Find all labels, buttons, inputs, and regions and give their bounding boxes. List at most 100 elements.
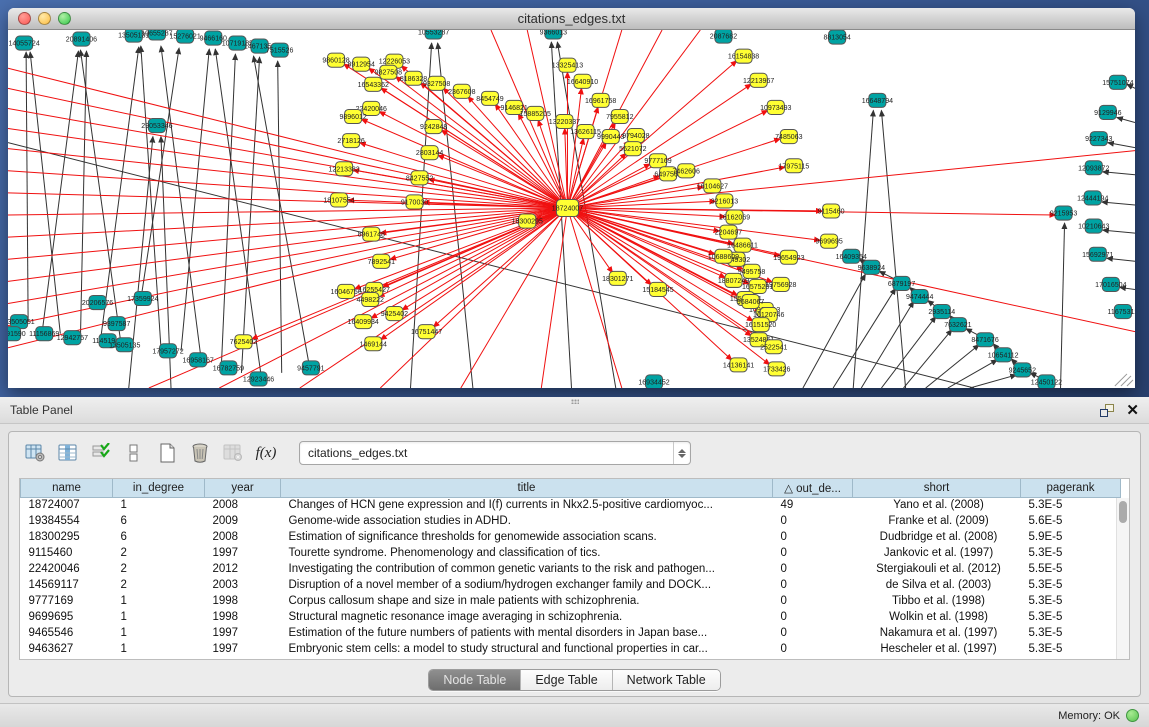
graph-node[interactable]: 14055724 [8,36,39,50]
tab-network-table[interactable]: Network Table [613,670,720,690]
graph-node[interactable]: 12093872 [1078,161,1109,175]
graph-node[interactable]: 2803144 [416,146,443,160]
graph-node[interactable]: 12444194 [1077,191,1108,205]
table-row[interactable]: 1872400712008Changes of HCN gene express… [21,497,1121,513]
graph-node[interactable]: 9990443 [597,130,624,144]
table-row[interactable]: 969969511998Structural magnetic resonanc… [21,609,1121,625]
graph-node[interactable]: 9215953 [1050,206,1077,220]
graph-node[interactable]: 12213967 [743,73,774,87]
window-titlebar[interactable]: citations_edges.txt [8,8,1135,30]
graph-node[interactable]: 9457791 [297,361,324,375]
graph-node[interactable]: 15184545 [642,282,673,296]
graph-node[interactable]: 19654923 [773,250,804,264]
column-header[interactable]: pagerank [1021,479,1121,497]
function-builder-icon[interactable]: f(x) [254,441,278,465]
graph-node[interactable]: 16640910 [567,74,598,88]
graph-node[interactable]: 8813054 [823,30,850,44]
graph-node[interactable]: 7485063 [775,130,802,144]
graph-node[interactable]: 16751447 [411,325,442,339]
graph-node[interactable]: 18107554 [323,193,354,207]
table-row[interactable]: 1830029562008Estimation of significance … [21,529,1121,545]
tab-edge-table[interactable]: Edge Table [521,670,612,690]
graph-node[interactable]: 20891406 [66,32,97,46]
graph-node[interactable]: 8961748 [358,227,385,241]
tab-node-table[interactable]: Node Table [429,670,521,690]
column-header[interactable]: △ out_de... [773,479,853,497]
graph-node[interactable]: 11156869 [29,327,59,341]
column-header[interactable]: title [281,479,773,497]
graph-node[interactable]: 15276021 [169,30,200,43]
graph-node[interactable]: 16154838 [728,49,759,63]
memory-status-indicator[interactable] [1126,709,1139,722]
graph-node[interactable]: 16934452 [638,375,669,388]
graph-node[interactable]: 20206576 [82,295,113,309]
graph-node[interactable]: 8454749 [476,91,503,105]
rows-icon[interactable] [122,441,146,465]
select-all-icon[interactable] [89,441,113,465]
column-header[interactable]: year [205,479,281,497]
column-header[interactable]: short [853,479,1021,497]
resize-grip-icon[interactable] [1115,374,1133,386]
graph-node[interactable]: 14136141 [723,358,754,372]
table-row[interactable]: 946554611997Estimation of the future num… [21,625,1121,641]
graph-node[interactable]: 16958167 [183,353,214,367]
graph-node[interactable]: 2087682 [710,30,737,43]
graph-node[interactable]: 16961758 [585,93,616,107]
graph-node[interactable]: 17975115 [778,159,809,173]
graph-node[interactable]: 7892541 [368,254,395,268]
graph-node[interactable]: 3216013 [711,194,738,208]
panel-splitter-grip[interactable] [571,399,579,404]
table-row[interactable]: 946362711997Embryonic stem cells: a mode… [21,641,1121,657]
graph-node[interactable]: 8471676 [971,333,998,347]
graph-node[interactable]: 17957272 [152,344,183,358]
graph-node[interactable]: 10210643 [1078,219,1109,233]
zoom-window-button[interactable] [58,12,71,25]
delete-table-icon[interactable] [188,441,212,465]
graph-node[interactable]: 9245652 [1009,363,1036,377]
close-window-button[interactable] [18,12,31,25]
graph-node[interactable]: 12213383 [328,162,359,176]
graph-node[interactable]: 17359924 [127,291,158,305]
minimize-window-button[interactable] [38,12,51,25]
graph-node[interactable]: 9115460 [818,204,845,218]
graph-node[interactable]: 9699695 [815,234,842,248]
table-row[interactable]: 911546021997Tourette syndrome. Phenomeno… [21,545,1121,561]
graph-node[interactable]: 16782759 [213,361,244,375]
graph-node[interactable]: 13325413 [552,58,583,72]
graph-node[interactable]: 9777169 [644,154,671,168]
column-header[interactable]: name [21,479,113,497]
new-table-icon[interactable] [155,441,179,465]
graph-node[interactable]: 18724007 [552,199,583,216]
graph-node[interactable]: 5621072 [619,142,646,156]
float-panel-icon[interactable] [1100,404,1114,417]
network-view[interactable]: 18724007 14055724 20891406 13505131 1065… [8,30,1135,388]
graph-node[interactable]: 7625402 [230,335,257,349]
graph-node[interactable]: 16648794 [862,93,893,107]
table-row[interactable]: 1938455462009Genome-wide association stu… [21,513,1121,529]
table-select-dropdown[interactable]: citations_edges.txt [299,441,691,465]
graph-node[interactable]: 12450122 [1031,375,1062,388]
graph-node[interactable]: 10654112 [988,348,1019,362]
graph-node[interactable]: 9227343 [1085,132,1112,146]
graph-node[interactable]: 18301271 [602,271,633,285]
graph-node[interactable]: 2718126 [337,134,364,148]
graph-node[interactable]: 12942757 [57,331,88,345]
table-row[interactable]: 977716911998Corpus callosum shape and si… [21,593,1121,609]
graph-node[interactable]: 1469144 [360,337,387,351]
graph-node[interactable]: 16162069 [719,210,750,224]
table-row[interactable]: 1456911722003Disruption of a novel membe… [21,577,1121,593]
graph-node[interactable]: 7955812 [606,109,633,123]
show-column-icon[interactable] [56,441,80,465]
close-panel-icon[interactable]: ✕ [1126,403,1139,418]
table-row[interactable]: 2242004622012Investigating the contribut… [21,561,1121,577]
graph-node[interactable]: 11675312 [1108,305,1135,319]
graph-node[interactable]: 1733426 [763,362,790,376]
graph-node[interactable]: 17016504 [1095,277,1126,291]
column-header[interactable]: in_degree [113,479,205,497]
table-scrollbar[interactable] [1116,498,1129,659]
graph-node[interactable]: 15751074 [1102,75,1133,89]
graph-node[interactable]: 12923446 [243,372,274,386]
graph-node[interactable]: 15692971 [1082,247,1113,261]
graph-node[interactable]: 13220337 [549,114,580,128]
graph-node[interactable]: 9366013 [540,30,567,39]
